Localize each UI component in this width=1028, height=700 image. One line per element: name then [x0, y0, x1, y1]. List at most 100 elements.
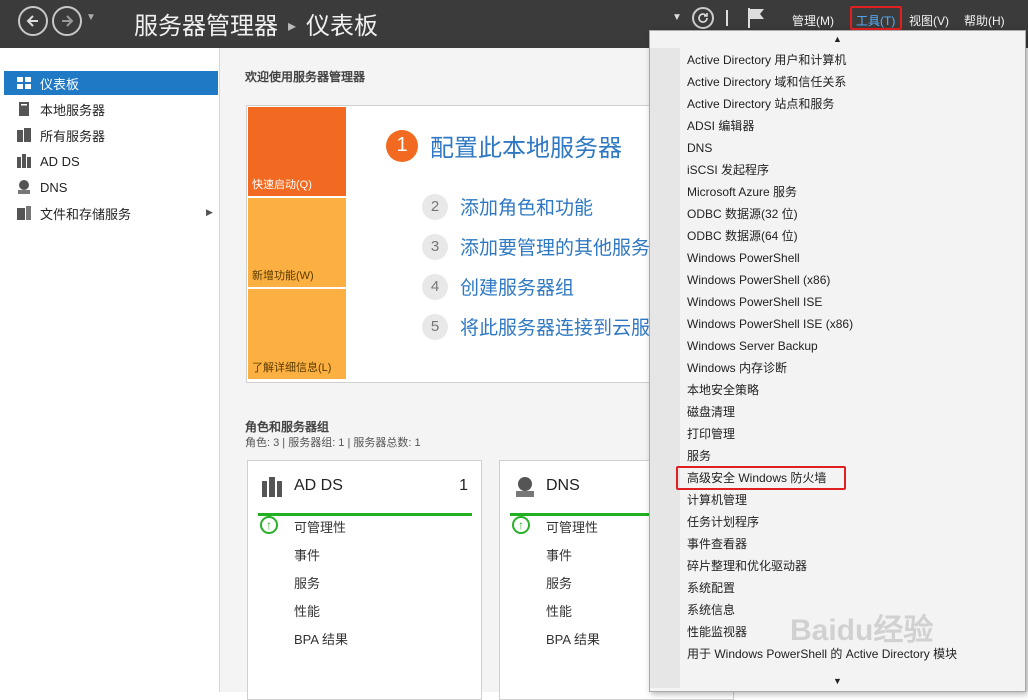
- forward-arrow-icon: [62, 15, 74, 27]
- step-number: 4: [422, 273, 448, 300]
- menu-tools[interactable]: 工具(T): [856, 12, 895, 29]
- dns-icon: [16, 180, 32, 194]
- step-add-roles[interactable]: 2 添加角色和功能: [422, 193, 593, 220]
- role-row-services[interactable]: 服务: [294, 573, 320, 592]
- menu-item-tool[interactable]: Windows 内存诊断: [687, 358, 787, 378]
- sidebar-item-local-server[interactable]: 本地服务器: [4, 97, 218, 121]
- step-label: 配置此本地服务器: [430, 135, 622, 162]
- tile-learn-more[interactable]: 了解详细信息(L): [248, 289, 346, 379]
- menu-manage[interactable]: 管理(M): [792, 12, 834, 29]
- menu-item-tool[interactable]: Windows PowerShell (x86): [687, 270, 830, 290]
- firewall-highlight: [676, 466, 846, 490]
- breadcrumb-page: 仪表板: [306, 13, 379, 40]
- sidebar-item-label: DNS: [40, 179, 68, 195]
- menu-item-tool[interactable]: DNS: [687, 138, 712, 158]
- tile-whats-new[interactable]: 新增功能(W): [248, 198, 346, 287]
- menu-item-tool[interactable]: Windows PowerShell ISE (x86): [687, 314, 853, 334]
- role-row-services[interactable]: 服务: [546, 573, 572, 592]
- menu-item-tool[interactable]: Active Directory 域和信任关系: [687, 72, 846, 92]
- role-row-performance[interactable]: 性能: [294, 601, 320, 620]
- menu-item-tool[interactable]: 性能监视器: [687, 622, 747, 642]
- history-dropdown-icon[interactable]: ▼: [86, 12, 96, 23]
- menu-item-tool[interactable]: 系统配置: [687, 578, 735, 598]
- menu-item-tool[interactable]: Windows PowerShell ISE: [687, 292, 822, 312]
- sidebar-item-label: 仪表板: [40, 76, 80, 92]
- menu-help[interactable]: 帮助(H): [964, 12, 1005, 29]
- role-row-events[interactable]: 事件: [294, 545, 320, 564]
- server-icon: [16, 102, 32, 116]
- welcome-title: 欢迎使用服务器管理器: [245, 70, 366, 84]
- menu-scroll-down-icon[interactable]: ▼: [833, 676, 842, 686]
- role-row-events[interactable]: 事件: [546, 545, 572, 564]
- menu-item-tool[interactable]: 本地安全策略: [687, 380, 759, 400]
- role-card-header: AD DS 1: [258, 475, 472, 516]
- dashboard-icon: [16, 76, 32, 90]
- step-number: 5: [422, 313, 448, 340]
- step-label: 添加要管理的其他服务: [460, 238, 651, 259]
- status-ok-icon: ↑: [512, 516, 530, 534]
- menu-item-tool[interactable]: 磁盘清理: [687, 402, 735, 422]
- breadcrumb: 服务器管理器 ▸ 仪表板: [134, 6, 378, 41]
- sidebar-item-file-storage[interactable]: 文件和存储服务: [4, 201, 218, 225]
- menu-scroll-up-icon[interactable]: ▲: [833, 34, 842, 44]
- role-row-manageability[interactable]: 可管理性: [546, 517, 598, 536]
- menu-item-tool[interactable]: Windows PowerShell: [687, 248, 800, 268]
- sidebar-item-dns[interactable]: DNS: [4, 175, 218, 199]
- sidebar-item-label: 文件和存储服务: [40, 206, 132, 222]
- menu-item-tool[interactable]: Windows Server Backup: [687, 336, 818, 356]
- menu-item-tool[interactable]: 事件查看器: [687, 534, 747, 554]
- menu-item-tool[interactable]: iSCSI 发起程序: [687, 160, 769, 180]
- menu-item-tool[interactable]: Microsoft Azure 服务: [687, 182, 797, 202]
- step-configure-local-server[interactable]: 1 配置此本地服务器: [386, 128, 622, 163]
- step-add-servers[interactable]: 3 添加要管理的其他服务: [422, 233, 650, 260]
- role-row-performance[interactable]: 性能: [546, 601, 572, 620]
- dns-icon: [516, 477, 534, 497]
- step-label: 添加角色和功能: [460, 198, 594, 219]
- menu-item-tool[interactable]: 服务: [687, 446, 711, 466]
- menu-item-tool[interactable]: 任务计划程序: [687, 512, 759, 532]
- status-ok-icon: ↑: [260, 516, 278, 534]
- ad-ds-icon: [262, 477, 282, 497]
- role-row-bpa[interactable]: BPA 结果: [294, 629, 348, 648]
- ad-ds-icon: [16, 154, 32, 168]
- menu-item-tool[interactable]: ODBC 数据源(32 位): [687, 204, 798, 224]
- breadcrumb-root[interactable]: 服务器管理器: [134, 13, 278, 40]
- back-button[interactable]: [18, 6, 48, 36]
- role-row-bpa[interactable]: BPA 结果: [546, 629, 600, 648]
- dropdown-arrow-icon[interactable]: ▼: [672, 12, 682, 23]
- refresh-icon: [698, 13, 708, 23]
- sidebar-item-label: 所有服务器: [40, 128, 106, 144]
- toolbar-divider: [726, 10, 728, 26]
- notifications-flag-icon[interactable]: [746, 6, 768, 33]
- roles-summary: 角色: 3 | 服务器组: 1 | 服务器总数: 1: [245, 437, 421, 449]
- menu-item-tool[interactable]: Active Directory 站点和服务: [687, 94, 834, 114]
- step-number: 2: [422, 193, 448, 220]
- menu-view[interactable]: 视图(V): [909, 12, 949, 29]
- sidebar-item-dashboard[interactable]: 仪表板: [4, 71, 218, 95]
- step-connect-cloud[interactable]: 5 将此服务器连接到云服: [422, 313, 650, 340]
- role-name: AD DS: [294, 477, 343, 494]
- menu-item-tool[interactable]: Active Directory 用户和计算机: [687, 50, 846, 70]
- role-row-manageability[interactable]: 可管理性: [294, 517, 346, 536]
- menu-icon-gutter: [650, 48, 680, 688]
- refresh-button[interactable]: [692, 7, 714, 29]
- roles-title: 角色和服务器组: [245, 420, 330, 434]
- step-label: 将此服务器连接到云服: [460, 318, 651, 339]
- menu-item-tool[interactable]: 计算机管理: [687, 490, 747, 510]
- menu-item-tool[interactable]: 打印管理: [687, 424, 735, 444]
- tile-quick-start[interactable]: 快速启动(Q): [248, 107, 346, 196]
- role-name: DNS: [546, 477, 580, 494]
- menu-item-tool[interactable]: ADSI 编辑器: [687, 116, 754, 136]
- menu-item-tool[interactable]: ODBC 数据源(64 位): [687, 226, 798, 246]
- menu-item-tool[interactable]: 碎片整理和优化驱动器: [687, 556, 807, 576]
- forward-button[interactable]: [52, 6, 82, 36]
- breadcrumb-separator: ▸: [288, 18, 297, 35]
- back-arrow-icon: [26, 15, 38, 27]
- role-card-ad-ds[interactable]: AD DS 1 ↑ 可管理性 事件 服务 性能 BPA 结果: [247, 460, 482, 700]
- expand-chevron-icon[interactable]: ▶: [206, 207, 213, 218]
- sidebar-item-ad-ds[interactable]: AD DS: [4, 149, 218, 173]
- step-create-group[interactable]: 4 创建服务器组: [422, 273, 574, 300]
- sidebar-item-all-servers[interactable]: 所有服务器: [4, 123, 218, 147]
- watermark-logo: Baidu经验: [790, 614, 934, 647]
- menu-item-tool[interactable]: 系统信息: [687, 600, 735, 620]
